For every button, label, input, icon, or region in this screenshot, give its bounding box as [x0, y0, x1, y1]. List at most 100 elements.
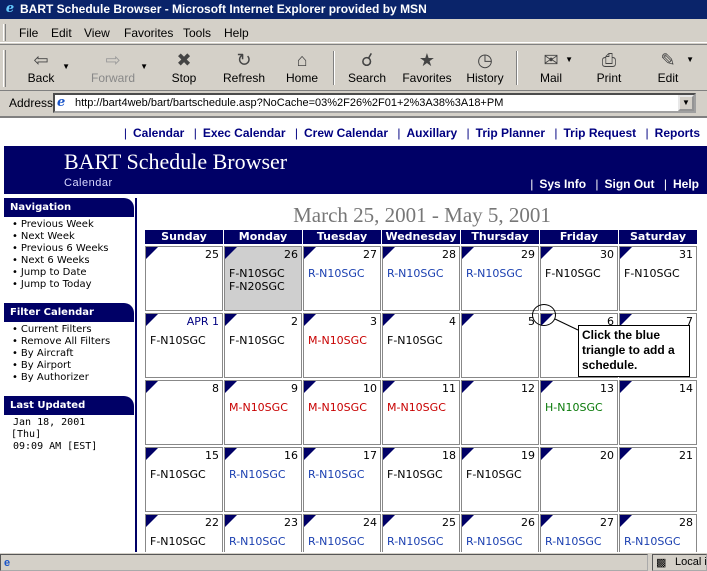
schedule-entry[interactable]: F-N10SGC	[387, 468, 443, 481]
nav-link-auxillary[interactable]: Auxillary	[407, 126, 458, 140]
refresh-button[interactable]: ↻ Refresh	[220, 49, 268, 89]
calendar-day-cell[interactable]: 26 R-N10SGC	[461, 514, 539, 552]
calendar-day-cell[interactable]: 12	[461, 380, 539, 445]
help-link[interactable]: Help	[673, 177, 699, 191]
add-schedule-triangle-icon[interactable]	[383, 448, 395, 460]
filter-remove-all[interactable]: Remove All Filters	[12, 336, 134, 348]
menu-file[interactable]: File	[19, 26, 38, 40]
nav-jump-to-today[interactable]: Jump to Today	[12, 279, 134, 291]
schedule-entry[interactable]: H-N10SGC	[545, 401, 603, 414]
add-schedule-triangle-icon[interactable]	[225, 448, 237, 460]
filter-by-authorizer[interactable]: By Authorizer	[12, 372, 134, 384]
calendar-day-cell[interactable]: 3 M-N10SGC	[303, 313, 381, 378]
nav-link-reports[interactable]: Reports	[655, 126, 700, 140]
add-schedule-triangle-icon[interactable]	[383, 381, 395, 393]
schedule-entry[interactable]: F-N10SGC	[229, 334, 285, 347]
add-schedule-triangle-icon[interactable]	[462, 314, 474, 326]
schedule-entry[interactable]: F-N10SGC	[150, 334, 206, 347]
schedule-entry[interactable]: M-N10SGC	[229, 401, 288, 414]
print-button[interactable]: ⎙ Print	[592, 49, 626, 89]
calendar-day-cell[interactable]: APR 1 F-N10SGC	[145, 313, 223, 378]
schedule-entry[interactable]: R-N10SGC	[466, 267, 523, 280]
nav-next-week[interactable]: Next Week	[12, 231, 134, 243]
menu-view[interactable]: View	[84, 26, 110, 40]
schedule-entry[interactable]: M-N10SGC	[308, 334, 367, 347]
calendar-day-cell[interactable]: 31 F-N10SGC	[619, 246, 697, 311]
schedule-entry[interactable]: R-N10SGC	[308, 468, 365, 481]
calendar-day-cell[interactable]: 8	[145, 380, 223, 445]
calendar-day-cell[interactable]: 21	[619, 447, 697, 512]
menu-tools[interactable]: Tools	[183, 26, 211, 40]
schedule-entry[interactable]: M-N10SGC	[387, 401, 446, 414]
forward-dropdown-icon[interactable]: ▼	[140, 62, 148, 71]
calendar-day-cell[interactable]: 29 R-N10SGC	[461, 246, 539, 311]
add-schedule-triangle-icon[interactable]	[541, 515, 553, 527]
search-button[interactable]: ☌ Search	[346, 49, 388, 89]
schedule-entry[interactable]: F-N10SGC	[150, 468, 206, 481]
home-button[interactable]: ⌂ Home	[283, 49, 321, 89]
calendar-day-cell[interactable]: 5	[461, 313, 539, 378]
add-schedule-triangle-icon[interactable]	[304, 448, 316, 460]
edit-button[interactable]: ✎ Edit ▼	[652, 49, 694, 89]
add-schedule-triangle-icon[interactable]	[225, 247, 237, 259]
edit-dropdown-icon[interactable]: ▼	[686, 55, 694, 64]
sign-out-link[interactable]: Sign Out	[605, 177, 655, 191]
schedule-entry[interactable]: F-N10SGC	[624, 267, 680, 280]
add-schedule-triangle-icon[interactable]	[541, 247, 553, 259]
schedule-entry[interactable]: R-N10SGC	[545, 535, 602, 548]
mail-button[interactable]: ✉ Mail ▼	[533, 49, 573, 89]
stop-button[interactable]: ✖ Stop	[165, 49, 203, 89]
schedule-entry[interactable]: F-N10SGC	[545, 267, 601, 280]
calendar-day-cell[interactable]: 26 F-N10SGC F-N20SGC	[224, 246, 302, 311]
menu-edit[interactable]: Edit	[51, 26, 72, 40]
nav-jump-to-date[interactable]: Jump to Date	[12, 267, 134, 279]
add-schedule-triangle-icon[interactable]	[541, 448, 553, 460]
favorites-button[interactable]: ★ Favorites	[402, 49, 452, 89]
calendar-day-cell[interactable]: 9 M-N10SGC	[224, 380, 302, 445]
schedule-entry[interactable]: R-N10SGC	[387, 267, 444, 280]
add-schedule-triangle-icon[interactable]	[304, 247, 316, 259]
calendar-day-cell[interactable]: 4 F-N10SGC	[382, 313, 460, 378]
calendar-day-cell[interactable]: 20	[540, 447, 618, 512]
calendar-day-cell[interactable]: 16 R-N10SGC	[224, 447, 302, 512]
schedule-entry[interactable]: M-N10SGC	[308, 401, 367, 414]
add-schedule-triangle-icon[interactable]	[383, 515, 395, 527]
calendar-day-cell[interactable]: 27 R-N10SGC	[303, 246, 381, 311]
add-schedule-triangle-icon[interactable]	[462, 448, 474, 460]
calendar-day-cell[interactable]: 18 F-N10SGC	[382, 447, 460, 512]
add-schedule-triangle-icon[interactable]	[304, 314, 316, 326]
add-schedule-triangle-icon[interactable]	[620, 448, 632, 460]
schedule-entry[interactable]: F-N20SGC	[229, 280, 285, 293]
nav-previous-week[interactable]: Previous Week	[12, 219, 134, 231]
menu-favorites[interactable]: Favorites	[124, 26, 173, 40]
schedule-entry[interactable]: F-N10SGC	[229, 267, 285, 280]
add-schedule-triangle-icon[interactable]	[462, 381, 474, 393]
calendar-day-cell[interactable]: 14	[619, 380, 697, 445]
address-input[interactable]: e http://bart4web/bart/bartschedule.asp?…	[53, 93, 696, 113]
calendar-day-cell[interactable]: 25 R-N10SGC	[382, 514, 460, 552]
add-schedule-triangle-icon[interactable]	[462, 515, 474, 527]
back-dropdown-icon[interactable]: ▼	[62, 62, 70, 71]
add-schedule-triangle-icon[interactable]	[383, 314, 395, 326]
schedule-entry[interactable]: R-N10SGC	[466, 535, 523, 548]
nav-link-exec-calendar[interactable]: Exec Calendar	[203, 126, 286, 140]
add-schedule-triangle-icon[interactable]	[620, 247, 632, 259]
calendar-day-cell[interactable]: 19 F-N10SGC	[461, 447, 539, 512]
nav-previous-6-weeks[interactable]: Previous 6 Weeks	[12, 243, 134, 255]
add-schedule-triangle-icon[interactable]	[146, 448, 158, 460]
schedule-entry[interactable]: F-N10SGC	[466, 468, 522, 481]
add-schedule-triangle-icon[interactable]	[620, 381, 632, 393]
calendar-day-cell[interactable]: 25	[145, 246, 223, 311]
add-schedule-triangle-icon[interactable]	[146, 515, 158, 527]
mail-dropdown-icon[interactable]: ▼	[565, 55, 573, 64]
add-schedule-triangle-icon[interactable]	[225, 515, 237, 527]
history-button[interactable]: ◷ History	[465, 49, 505, 89]
add-schedule-triangle-icon[interactable]	[304, 381, 316, 393]
add-schedule-triangle-icon[interactable]	[146, 381, 158, 393]
filter-current[interactable]: Current Filters	[12, 324, 134, 336]
add-schedule-triangle-icon[interactable]	[383, 247, 395, 259]
add-schedule-triangle-icon[interactable]	[620, 515, 632, 527]
nav-next-6-weeks[interactable]: Next 6 Weeks	[12, 255, 134, 267]
calendar-day-cell[interactable]: 13 H-N10SGC	[540, 380, 618, 445]
calendar-day-cell[interactable]: 23 R-N10SGC	[224, 514, 302, 552]
